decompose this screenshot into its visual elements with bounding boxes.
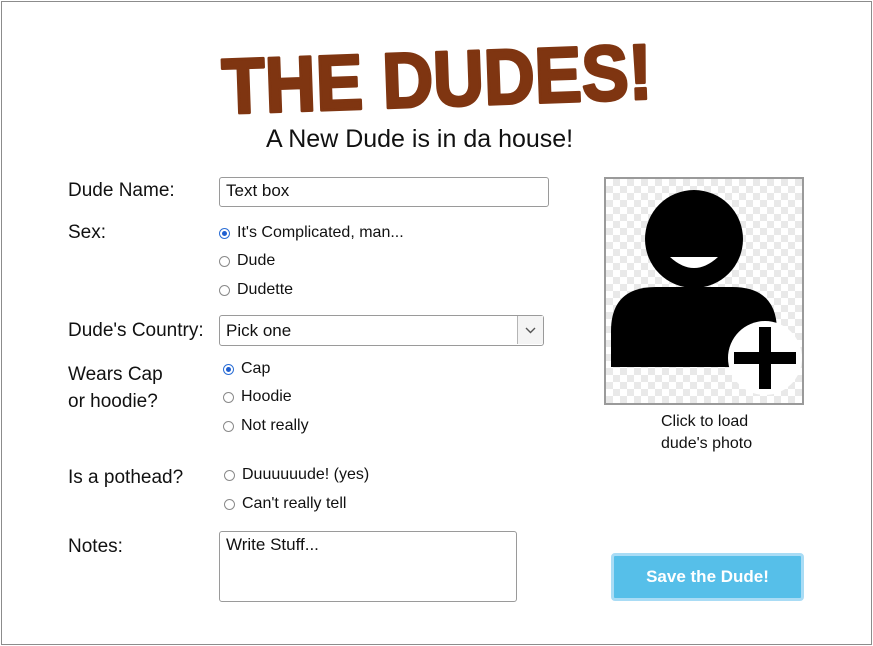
country-select[interactable]: Pick one [219,315,544,346]
radio-button[interactable] [223,391,234,403]
radio-button[interactable] [223,363,234,375]
radio-button[interactable] [224,469,235,481]
country-select-value: Pick one [226,321,292,340]
notes-label: Notes: [68,536,123,557]
headwear-option-hoodie[interactable]: Hoodie [223,388,292,406]
headwear-option-label: Hoodie [241,388,292,405]
radio-button[interactable] [219,227,230,239]
sex-label: Sex: [68,222,107,243]
radio-button[interactable] [219,255,230,267]
sex-option-label: Dudette [237,281,294,298]
radio-button[interactable] [224,498,235,510]
photo-caption-line1: Click to load [661,413,749,430]
pothead-label: Is a pothead? [68,467,184,488]
pothead-option-label: Can't really tell [242,495,347,512]
dropdown-button[interactable] [517,316,543,344]
photo-caption: Click to load dude's photo [661,411,752,455]
pothead-option-label: Duuuuuude! (yes) [242,466,370,483]
radio-button[interactable] [219,284,230,296]
notes-textarea[interactable]: Write Stuff... [219,531,517,602]
headwear-label-line2: or hoodie? [68,391,158,412]
country-label: Dude's Country: [68,320,204,341]
name-input[interactable]: Text box [219,177,549,207]
photo-caption-line2: dude's photo [661,435,753,452]
headwear-label-line1: Wears Cap [68,364,163,385]
radio-button[interactable] [223,420,234,432]
name-label: Dude Name: [68,180,175,201]
sex-option-complicated[interactable]: It's Complicated, man... [219,224,404,242]
headwear-option-label: Not really [241,417,309,434]
sex-option-dudette[interactable]: Dudette [219,281,293,299]
photo-upload[interactable] [604,177,804,405]
save-button[interactable]: Save the Dude! [611,553,804,601]
page-subtitle: A New Dude is in da house! [266,125,574,153]
sex-option-label: It's Complicated, man... [237,224,404,241]
sex-option-label: Dude [237,252,276,269]
the-dudes-logo: THE DUDES! [219,30,655,122]
logo-text: THE DUDES! [221,30,654,122]
headwear-option-label: Cap [241,360,271,377]
pothead-option-yes[interactable]: Duuuuuude! (yes) [224,466,369,484]
sex-option-dude[interactable]: Dude [219,252,275,270]
add-user-icon [611,190,802,395]
headwear-option-cap[interactable]: Cap [223,360,270,378]
headwear-label: Wears Cap or hoodie? [68,361,163,415]
headwear-option-not-really[interactable]: Not really [223,417,309,435]
pothead-option-cant-tell[interactable]: Can't really tell [224,495,346,513]
chevron-down-icon [525,327,536,334]
